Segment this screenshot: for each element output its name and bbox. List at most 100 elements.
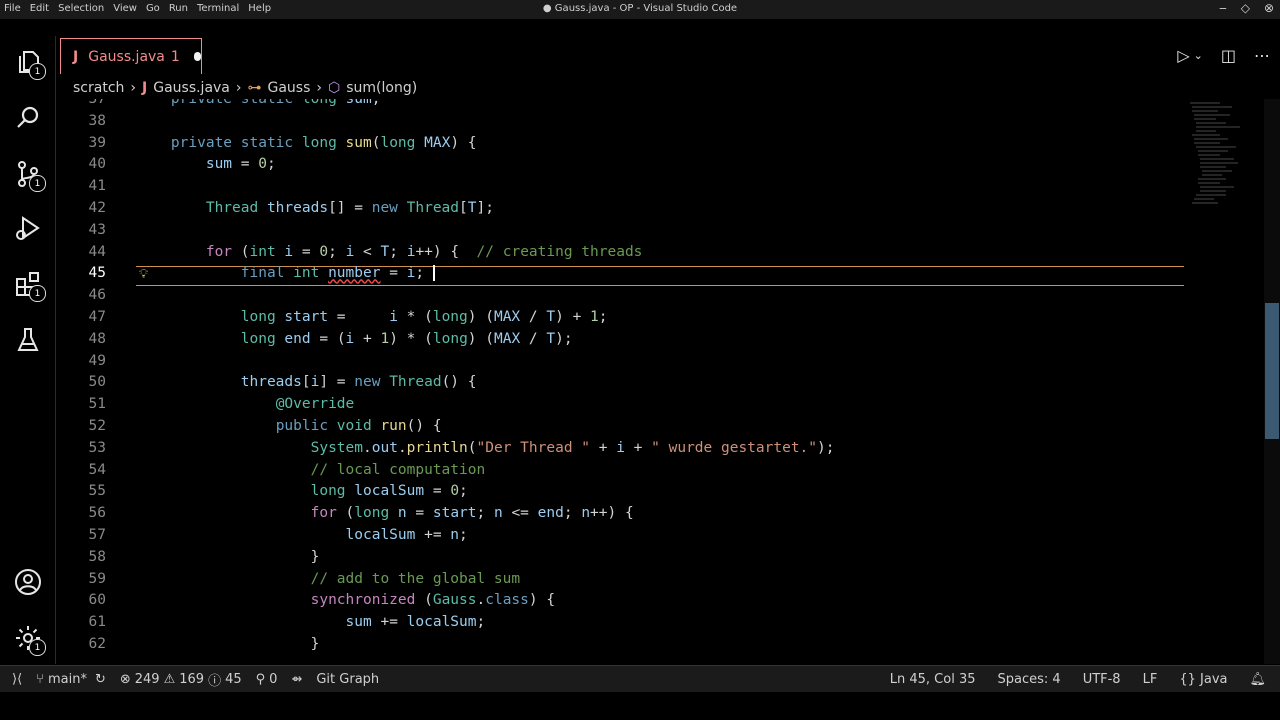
- code-line[interactable]: 47 long start = i * (long) (MAX / T) + 1…: [56, 309, 1264, 331]
- git-graph-icon: ⇴: [291, 671, 303, 687]
- code-token: MAX: [494, 330, 521, 347]
- run-icon[interactable]: ▷: [1177, 46, 1189, 65]
- git-graph-status[interactable]: ⇴ Git Graph: [291, 672, 379, 687]
- tab-problem-count: 1: [170, 48, 180, 65]
- code-line[interactable]: 50 threads[i] = new Thread() {: [56, 374, 1264, 396]
- extensions-icon[interactable]: 1: [8, 264, 48, 304]
- code-line[interactable]: 55 long localSum = 0;: [56, 483, 1264, 505]
- encoding[interactable]: UTF-8: [1083, 672, 1121, 687]
- code-line[interactable]: 49: [56, 353, 1264, 375]
- code-token: +=: [371, 614, 407, 631]
- run-debug-icon[interactable]: [8, 208, 48, 248]
- unsaved-dot-icon[interactable]: [193, 52, 201, 61]
- indentation[interactable]: Spaces: 4: [998, 672, 1061, 687]
- line-number: 51: [88, 396, 106, 413]
- code-line[interactable]: 59 // add to the global sum: [56, 571, 1264, 593]
- minimize-icon[interactable]: ‒: [1219, 1, 1227, 15]
- code-token: +: [354, 330, 381, 347]
- split-editor-icon[interactable]: ◫: [1221, 46, 1236, 65]
- code-line[interactable]: 39 private static long sum(long MAX) {: [56, 135, 1264, 157]
- code-token: +: [590, 439, 617, 456]
- testing-icon[interactable]: [8, 320, 48, 360]
- maximize-icon[interactable]: ◇: [1241, 1, 1250, 15]
- close-icon[interactable]: ⊗: [1264, 1, 1274, 15]
- branch-status[interactable]: ⑂ main* ↻: [36, 672, 106, 687]
- problems-status[interactable]: ⊗ 249 ⚠ 169 ⓘ 45: [120, 670, 242, 689]
- explorer-icon[interactable]: 1: [8, 42, 48, 82]
- line-number: 55: [88, 483, 106, 500]
- language-label: Java: [1200, 671, 1228, 687]
- code-token: private: [170, 134, 241, 151]
- code-token: ) * (: [389, 330, 433, 347]
- line-number: 49: [88, 352, 106, 369]
- branch-name: main*: [47, 671, 87, 687]
- ports-status[interactable]: ⚲ 0: [256, 672, 278, 687]
- search-icon[interactable]: [8, 98, 48, 138]
- bell-icon[interactable]: 🔔︎: [1249, 672, 1266, 687]
- code-token: (: [345, 505, 355, 522]
- tab-gauss-java[interactable]: J Gauss.java 1: [60, 38, 202, 74]
- code-line[interactable]: 61 sum += localSum;: [56, 614, 1264, 636]
- code-line[interactable]: 42 Thread threads[] = new Thread[T];: [56, 200, 1264, 222]
- code-line[interactable]: 53 System.out.println("Der Thread " + i …: [56, 440, 1264, 462]
- code-line[interactable]: 48 long end = (i + 1) * (long) (MAX / T)…: [56, 331, 1264, 353]
- minimap[interactable]: [1188, 99, 1264, 664]
- remote-icon[interactable]: ⟩⟨: [12, 672, 22, 687]
- line-ending[interactable]: LF: [1143, 672, 1158, 687]
- ports-count: 0: [269, 671, 278, 687]
- code-token: =: [293, 243, 320, 260]
- code-line[interactable]: 37 private static long sum;: [56, 99, 1264, 113]
- code-token: T: [546, 309, 556, 325]
- breadcrumb-method[interactable]: sum(long): [346, 80, 417, 96]
- code-line[interactable]: 54 // local computation: [56, 462, 1264, 484]
- gear-icon[interactable]: 1: [8, 618, 48, 658]
- code-token: end: [537, 505, 564, 522]
- code-line[interactable]: 58 }: [56, 549, 1264, 571]
- code-token: Thread: [406, 200, 460, 216]
- language-mode[interactable]: {} Java: [1179, 672, 1227, 687]
- breadcrumb-file[interactable]: Gauss.java: [153, 80, 230, 96]
- code-token: ) {: [450, 134, 477, 151]
- code-line[interactable]: 57 localSum += n;: [56, 527, 1264, 549]
- code-line[interactable]: 43: [56, 222, 1264, 244]
- code-token: static: [240, 134, 302, 151]
- chevron-down-icon[interactable]: ⌄: [1194, 49, 1203, 65]
- code-line[interactable]: 44 for (int i = 0; i < T; i++) { // crea…: [56, 244, 1264, 266]
- code-line[interactable]: 60 synchronized (Gauss.class) {: [56, 592, 1264, 614]
- sync-icon[interactable]: ↻: [95, 672, 106, 687]
- code-line[interactable]: 52 public void run() {: [56, 418, 1264, 440]
- code-line[interactable]: 51 @Override: [56, 396, 1264, 418]
- info-icon: ⓘ: [208, 673, 222, 689]
- code-line[interactable]: 62 }: [56, 636, 1264, 658]
- text-cursor: [432, 265, 435, 282]
- code-editor[interactable]: 37 private static long sum; 38 39 private…: [56, 99, 1264, 664]
- more-actions-icon[interactable]: ⋯: [1254, 46, 1270, 65]
- source-control-icon[interactable]: 1: [8, 154, 48, 194]
- code-line[interactable]: 40 sum = 0;: [56, 156, 1264, 178]
- code-token: threads: [240, 374, 302, 391]
- code-token: ) (: [467, 330, 494, 347]
- code-token: // local computation: [310, 461, 486, 478]
- line-number: 40: [88, 156, 106, 173]
- code-text: }: [136, 549, 320, 565]
- code-line[interactable]: 45 final int number = i;: [56, 265, 1264, 287]
- breadcrumb-folder[interactable]: scratch: [73, 80, 124, 96]
- code-line[interactable]: 56 for (long n = start; n <= end; n++) {: [56, 505, 1264, 527]
- code-token: 1: [590, 309, 599, 325]
- code-text: System.out.println("Der Thread " + i + "…: [136, 440, 835, 456]
- activity-bar: 1 1 1 1: [0, 36, 56, 664]
- account-icon[interactable]: [8, 562, 48, 602]
- breadcrumb-class[interactable]: Gauss: [268, 80, 311, 96]
- code-text: // local computation: [136, 461, 486, 478]
- code-line[interactable]: 38: [56, 113, 1264, 135]
- scrollbar-thumb[interactable]: [1265, 303, 1279, 439]
- code-line[interactable]: 41: [56, 178, 1264, 200]
- code-token: i: [389, 309, 398, 325]
- cursor-position[interactable]: Ln 45, Col 35: [890, 672, 976, 687]
- code-token: ;: [328, 243, 346, 260]
- code-token: synchronized: [310, 592, 425, 609]
- code-line[interactable]: 46: [56, 287, 1264, 309]
